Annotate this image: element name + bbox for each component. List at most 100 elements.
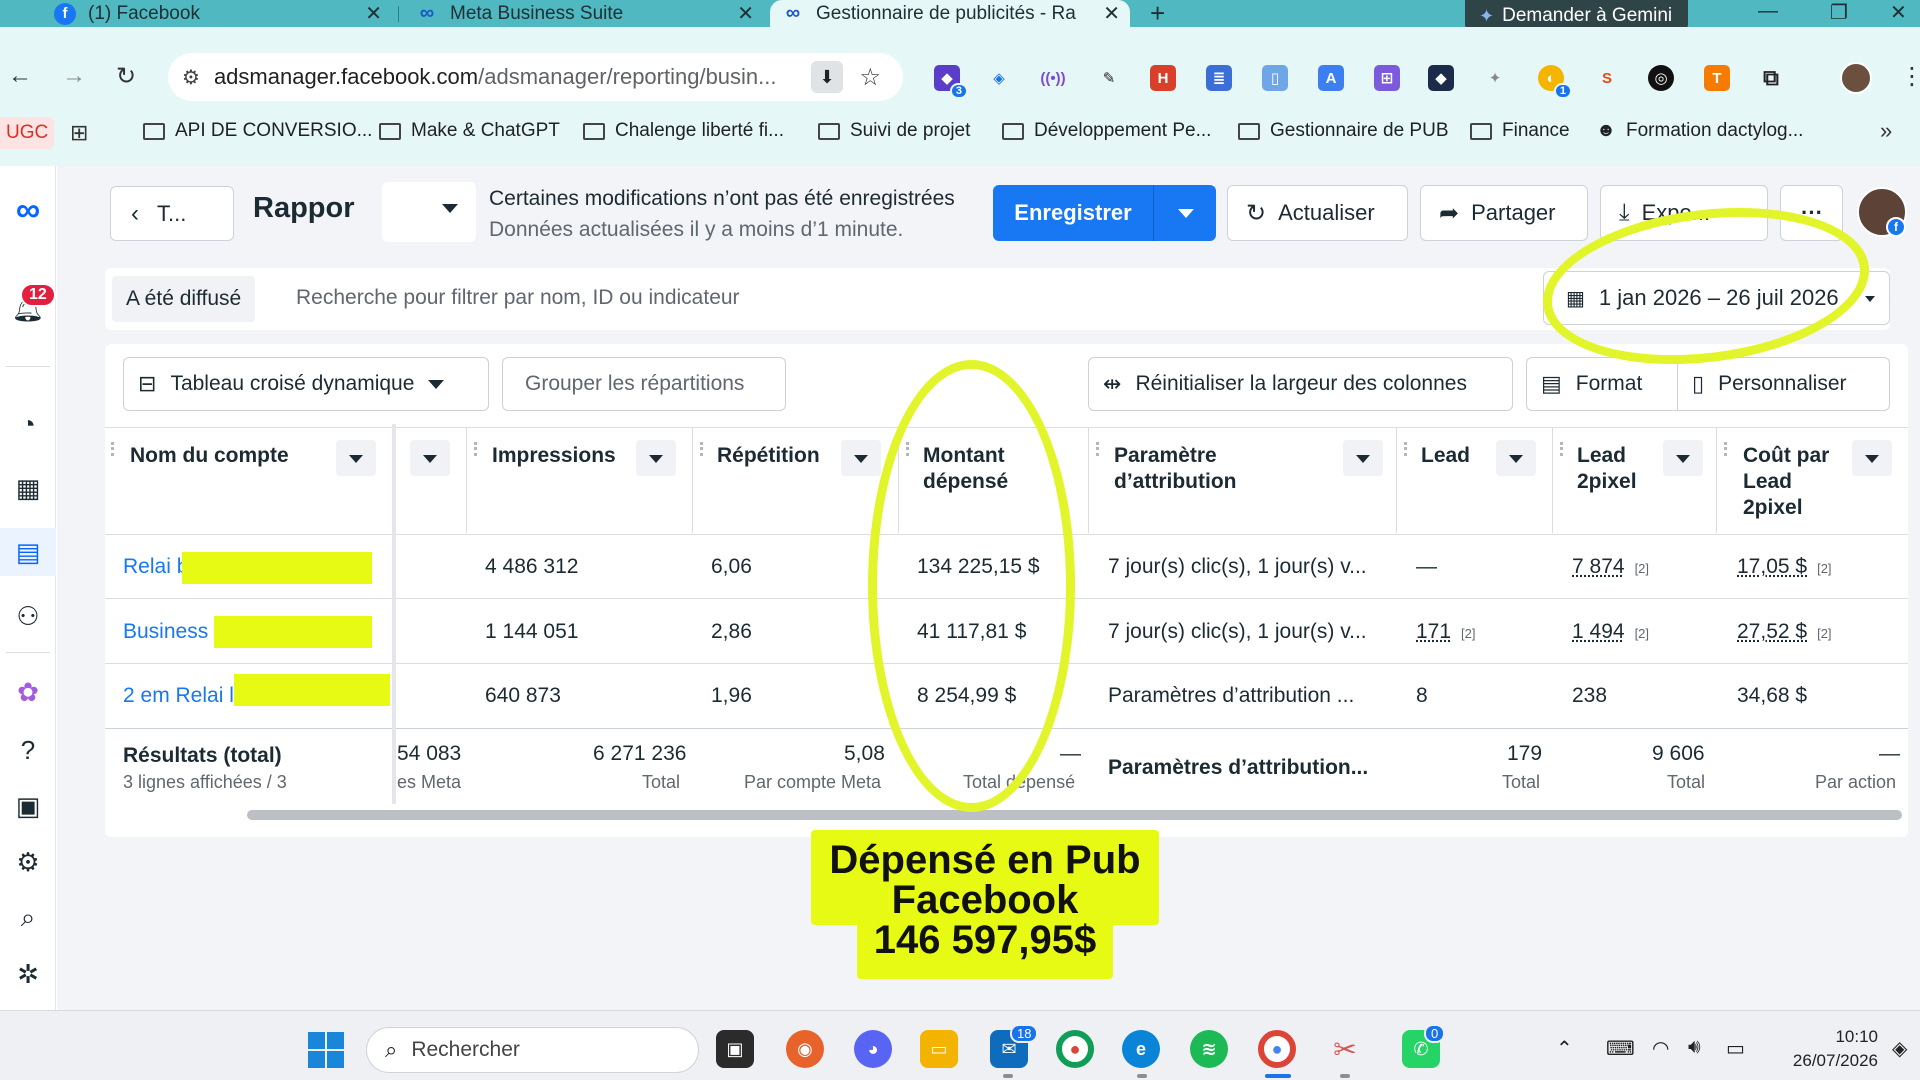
minimize-icon[interactable]: — — [1758, 0, 1778, 23]
news-icon[interactable]: ▣ — [10, 788, 46, 824]
notification-center-icon[interactable]: ◈ — [1892, 1036, 1907, 1061]
taskbar-search[interactable]: ⌕ Rechercher — [366, 1027, 699, 1073]
eyedropper-icon[interactable]: ✎ — [1096, 65, 1122, 91]
extension-icon[interactable]: ◆ 3 — [934, 65, 968, 99]
system-clock[interactable]: 10:10 26/07/2026 — [1780, 1025, 1878, 1073]
close-window-icon[interactable]: ✕ — [1890, 0, 1907, 25]
site-settings-icon[interactable]: ⚙ — [182, 65, 200, 90]
delivered-filter-chip[interactable]: A été diffusé — [112, 276, 256, 322]
extension-icon[interactable]: T — [1704, 65, 1730, 91]
bookmark-folder[interactable]: Chalenge liberté fi... — [583, 120, 784, 142]
tab-facebook[interactable]: f (1) Facebook ✕ — [42, 0, 392, 27]
sort-dropdown[interactable] — [410, 440, 450, 476]
column-header-lead[interactable]: Lead — [1421, 428, 1536, 533]
save-options-dropdown[interactable] — [1153, 185, 1216, 241]
bookmark-folder[interactable]: Suivi de projet — [818, 120, 970, 142]
cell-cost-per-lead[interactable]: 17,05 $ [2] — [1737, 555, 1832, 579]
column-header-repetition[interactable]: Répétition — [717, 428, 881, 533]
column-header-cost-per-lead[interactable]: Coût par Lead 2pixel — [1743, 428, 1892, 533]
windows-start-icon[interactable] — [308, 1032, 344, 1068]
search-input[interactable]: Recherche pour filtrer par nom, ID ou in… — [296, 286, 740, 310]
extension-icon[interactable]: ≣ — [1206, 65, 1232, 91]
audiences-icon[interactable]: ⚇ — [10, 598, 46, 634]
close-icon[interactable]: ✕ — [365, 1, 382, 26]
cell-lead-2pixel[interactable]: 7 874 [2] — [1572, 555, 1649, 579]
apps-flower-icon[interactable]: ✿ — [10, 674, 46, 710]
bookmark-ugc[interactable]: UGC — [0, 117, 55, 149]
settings-gear-icon[interactable]: ⚙ — [10, 844, 46, 880]
snipping-tool-icon[interactable]: ✂ — [1326, 1030, 1364, 1068]
restore-icon[interactable]: ❐ — [1830, 0, 1848, 25]
sort-dropdown[interactable] — [1852, 440, 1892, 476]
back-arrow-icon[interactable]: ← — [8, 62, 32, 90]
chrome-icon[interactable]: ● — [1056, 1030, 1094, 1068]
bookmark-folder[interactable]: Développement Pe... — [1002, 120, 1211, 142]
search-icon[interactable]: ⌕ — [10, 900, 46, 936]
sort-dropdown[interactable] — [841, 440, 881, 476]
extension-radio-icon[interactable]: ((•)) — [1040, 65, 1066, 91]
column-header-lead-2pixel[interactable]: Lead 2pixel — [1577, 428, 1703, 533]
column-header-hidden[interactable] — [396, 428, 466, 533]
cell-cost-per-lead[interactable]: 27,52 $ [2] — [1737, 620, 1832, 644]
extension-icon[interactable]: S — [1594, 65, 1620, 91]
sort-dropdown[interactable] — [1496, 440, 1536, 476]
meta-logo-icon[interactable]: ∞ — [10, 191, 46, 229]
table-grid-icon[interactable]: ▦ — [10, 470, 46, 506]
format-button[interactable]: ▤ Format — [1526, 357, 1678, 411]
bookmark-folder[interactable]: Gestionnaire de PUB — [1238, 120, 1449, 142]
address-bar[interactable]: ⚙ adsmanager.facebook.com/adsmanager/rep… — [168, 53, 903, 101]
reload-icon[interactable]: ↻ — [116, 62, 136, 91]
extension-icon[interactable]: ◐ 1 — [1538, 65, 1572, 99]
extension-icon[interactable]: ◆ — [1428, 65, 1454, 91]
bookmark-star-icon[interactable]: ☆ — [859, 63, 881, 92]
extension-icon[interactable]: ◎ — [1648, 65, 1674, 91]
chrome-menu-icon[interactable]: ⋮ — [1900, 62, 1920, 91]
cell-lead[interactable]: 171 [2] — [1416, 620, 1476, 644]
extension-icon[interactable]: ✦ — [1482, 65, 1508, 91]
account-name-link[interactable]: Relai b — [123, 555, 188, 579]
pivot-table-dropdown[interactable]: ⊟ Tableau croisé dynamique — [123, 357, 489, 411]
edge-icon[interactable]: e — [1122, 1030, 1160, 1068]
bookmark-folder[interactable]: Make & ChatGPT — [379, 120, 560, 142]
extensions-puzzle-icon[interactable]: ⧉ — [1758, 65, 1784, 91]
bookmark-folder[interactable]: API DE CONVERSIO... — [143, 120, 372, 142]
save-button[interactable]: Enregistrer — [993, 185, 1153, 241]
sort-dropdown[interactable] — [336, 440, 376, 476]
install-app-icon[interactable]: ⬇ — [811, 61, 843, 93]
show-hidden-icons[interactable]: ⌃ — [1556, 1036, 1573, 1061]
extension-icon[interactable]: H — [1150, 65, 1176, 91]
more-bookmarks-icon[interactable]: » — [1880, 118, 1892, 144]
bookmark-link[interactable]: ☻ Formation dactylog... — [1596, 120, 1803, 142]
file-explorer-icon[interactable]: ▭ — [920, 1030, 958, 1068]
chrome-profile-icon[interactable]: ● — [1258, 1030, 1296, 1068]
sort-dropdown[interactable] — [636, 440, 676, 476]
extension-icon[interactable]: ▯ — [1262, 65, 1288, 91]
tab-meta-business-suite[interactable]: ∞ Meta Business Suite ✕ — [404, 0, 764, 27]
group-breakdowns-button[interactable]: Grouper les répartitions — [502, 357, 786, 411]
new-tab-button[interactable]: + — [1150, 0, 1165, 29]
sort-dropdown[interactable] — [1343, 440, 1383, 476]
bug-report-icon[interactable]: ✲ — [10, 956, 46, 992]
cell-lead-2pixel[interactable]: 1 494 [2] — [1572, 620, 1649, 644]
extension-icon[interactable]: ⊞ — [1374, 65, 1400, 91]
reports-icon[interactable]: ▤ — [10, 534, 46, 570]
reset-column-width-button[interactable]: ⇹ Réinitialiser la largeur des colonnes — [1088, 357, 1513, 411]
back-button[interactable]: ‹ T... — [110, 186, 234, 241]
column-header-account-name[interactable]: Nom du compte — [130, 428, 380, 533]
report-dropdown[interactable] — [382, 182, 476, 242]
duckduckgo-icon[interactable]: ◉ — [786, 1030, 824, 1068]
share-button[interactable]: ➦ Partager — [1420, 185, 1588, 241]
apps-grid-icon[interactable]: ⊞ — [70, 120, 88, 146]
customize-button[interactable]: ▯ Personnaliser — [1677, 357, 1890, 411]
spotify-icon[interactable]: ≋ — [1190, 1030, 1228, 1068]
bookmark-folder[interactable]: Finance — [1470, 120, 1570, 142]
close-icon[interactable]: ✕ — [737, 1, 754, 26]
volume-icon[interactable]: 🔊︎ — [1688, 1036, 1701, 1059]
close-icon[interactable]: ✕ — [1103, 1, 1120, 26]
dashboard-gauge-icon[interactable]: ◔ — [10, 406, 46, 442]
help-icon[interactable]: ? — [10, 732, 46, 768]
extension-icon[interactable]: A — [1318, 65, 1344, 91]
discord-icon[interactable]: ◕ — [854, 1030, 892, 1068]
horizontal-scrollbar[interactable] — [247, 810, 1902, 820]
profile-avatar[interactable] — [1840, 62, 1872, 94]
